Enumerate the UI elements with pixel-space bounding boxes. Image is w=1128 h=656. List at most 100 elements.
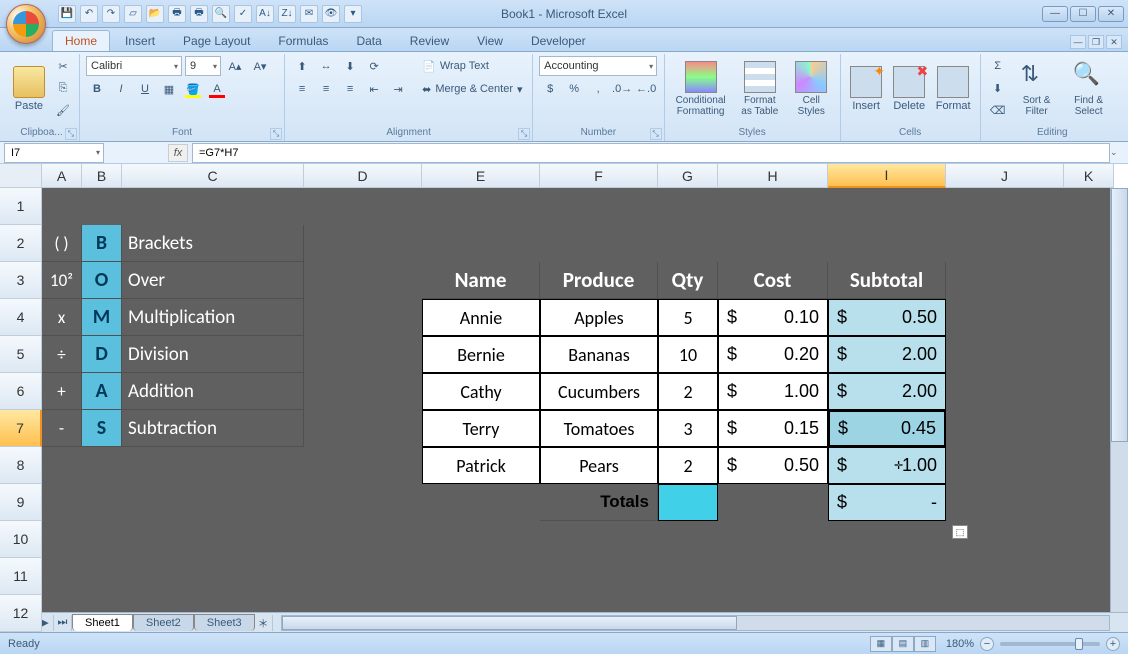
conditional-formatting-button[interactable]: Conditional Formatting <box>671 56 731 122</box>
align-bottom-icon[interactable]: ⬇ <box>339 56 361 76</box>
sort-filter-button[interactable]: ⇅ Sort & Filter <box>1013 56 1061 122</box>
fx-button[interactable]: fx <box>168 144 188 162</box>
mdi-close[interactable]: ✕ <box>1106 35 1122 49</box>
table-name-5[interactable]: Bernie <box>422 336 540 373</box>
tab-formulas[interactable]: Formulas <box>265 30 341 51</box>
bomdas-symbol-3[interactable]: 10² <box>42 262 82 299</box>
bomdas-word-4[interactable]: Multiplication <box>122 299 304 336</box>
border-button[interactable]: ▦ <box>158 79 180 99</box>
indent-increase-icon[interactable]: ⇥ <box>387 79 409 99</box>
column-header-G[interactable]: G <box>658 164 718 188</box>
qat-email-icon[interactable]: ✉ <box>300 5 318 23</box>
zoom-in-button[interactable]: + <box>1106 637 1120 651</box>
table-name-7[interactable]: Terry <box>422 410 540 447</box>
zoom-slider[interactable] <box>1000 642 1100 646</box>
column-header-F[interactable]: F <box>540 164 658 188</box>
formula-expand-icon[interactable]: ⌄ <box>1110 147 1126 158</box>
table-produce-7[interactable]: Tomatoes <box>540 410 658 447</box>
sheet-tab-1[interactable]: Sheet1 <box>72 614 133 631</box>
totals-subtotal[interactable]: $- <box>828 484 946 521</box>
number-format-combo[interactable]: Accounting <box>539 56 657 76</box>
column-header-I[interactable]: I <box>828 164 946 188</box>
table-header-name[interactable]: Name <box>422 262 540 299</box>
mdi-restore[interactable]: ❐ <box>1088 35 1104 49</box>
table-header-subtotal[interactable]: Subtotal <box>828 262 946 299</box>
format-painter-icon[interactable]: 🖌 <box>52 100 74 120</box>
table-produce-4[interactable]: Apples <box>540 299 658 336</box>
row-header-1[interactable]: 1 <box>0 188 42 225</box>
qat-eye-icon[interactable]: 👁 <box>322 5 340 23</box>
bomdas-symbol-6[interactable]: + <box>42 373 82 410</box>
maximize-button[interactable]: ☐ <box>1070 6 1096 22</box>
table-subtotal-5[interactable]: $2.00 <box>828 336 946 373</box>
align-left-icon[interactable]: ≡ <box>291 79 313 99</box>
qat-undo-icon[interactable]: ↶ <box>80 5 98 23</box>
merge-center-button[interactable]: ⬌Merge & Center ▾ <box>419 79 539 99</box>
zoom-out-button[interactable]: − <box>980 637 994 651</box>
tab-data[interactable]: Data <box>343 30 394 51</box>
table-cost-6[interactable]: $1.00 <box>718 373 828 410</box>
qat-print-icon[interactable]: 🖶 <box>168 5 186 23</box>
table-name-8[interactable]: Patrick <box>422 447 540 484</box>
sheet-tab-2[interactable]: Sheet2 <box>133 614 194 631</box>
bomdas-letter-7[interactable]: S <box>82 410 122 447</box>
table-name-4[interactable]: Annie <box>422 299 540 336</box>
autosum-icon[interactable]: Σ <box>987 56 1009 76</box>
table-qty-7[interactable]: 3 <box>658 410 718 447</box>
tab-review[interactable]: Review <box>397 30 462 51</box>
bold-button[interactable]: B <box>86 79 108 99</box>
decrease-decimal-icon[interactable]: ←.0 <box>635 79 657 99</box>
bomdas-symbol-2[interactable]: ( ) <box>42 225 82 262</box>
qat-open-icon[interactable]: 📂 <box>146 5 164 23</box>
close-button[interactable]: ✕ <box>1098 6 1124 22</box>
column-header-J[interactable]: J <box>946 164 1064 188</box>
insert-cells-button[interactable]: ✦ Insert <box>847 56 886 122</box>
row-header-11[interactable]: 11 <box>0 558 42 595</box>
row-header-7[interactable]: 7 <box>0 410 42 447</box>
tab-developer[interactable]: Developer <box>518 30 599 51</box>
worksheet-grid[interactable]: ABCDEFGHIJK 123456789101112 ( )BBrackets… <box>0 164 1128 612</box>
bomdas-word-5[interactable]: Division <box>122 336 304 373</box>
font-launcher[interactable]: ⤡ <box>270 128 282 140</box>
table-header-produce[interactable]: Produce <box>540 262 658 299</box>
bomdas-word-2[interactable]: Brackets <box>122 225 304 262</box>
row-header-2[interactable]: 2 <box>0 225 42 262</box>
row-header-4[interactable]: 4 <box>0 299 42 336</box>
vscroll-thumb[interactable] <box>1111 188 1128 442</box>
number-launcher[interactable]: ⤡ <box>650 128 662 140</box>
table-qty-8[interactable]: 2 <box>658 447 718 484</box>
comma-format-icon[interactable]: , <box>587 79 609 99</box>
align-center-icon[interactable]: ≡ <box>315 79 337 99</box>
find-select-button[interactable]: 🔍 Find & Select <box>1065 56 1113 122</box>
column-header-C[interactable]: C <box>122 164 304 188</box>
totals-qty[interactable] <box>658 484 718 521</box>
page-break-view-icon[interactable]: ▥ <box>914 636 936 652</box>
percent-format-icon[interactable]: % <box>563 79 585 99</box>
qat-redo-icon[interactable]: ↷ <box>102 5 120 23</box>
tab-view[interactable]: View <box>464 30 516 51</box>
table-cost-5[interactable]: $0.20 <box>718 336 828 373</box>
bomdas-word-6[interactable]: Addition <box>122 373 304 410</box>
column-header-A[interactable]: A <box>42 164 82 188</box>
paste-button[interactable]: Paste <box>10 56 48 122</box>
table-cost-7[interactable]: $0.15 <box>718 410 828 447</box>
column-header-D[interactable]: D <box>304 164 422 188</box>
orientation-icon[interactable]: ⟳ <box>363 56 385 76</box>
page-layout-view-icon[interactable]: ▤ <box>892 636 914 652</box>
qat-spell-icon[interactable]: ✓ <box>234 5 252 23</box>
horizontal-scrollbar[interactable] <box>281 615 1110 631</box>
row-header-12[interactable]: 12 <box>0 595 42 632</box>
totals-label[interactable]: Totals <box>540 484 658 521</box>
cell-styles-button[interactable]: Cell Styles <box>789 56 834 122</box>
alignment-launcher[interactable]: ⤡ <box>518 128 530 140</box>
fill-color-button[interactable]: 🪣 <box>182 79 204 99</box>
qat-more-icon[interactable]: ▾ <box>344 5 362 23</box>
table-subtotal-7[interactable]: $0.45 <box>828 410 946 447</box>
table-name-6[interactable]: Cathy <box>422 373 540 410</box>
table-qty-4[interactable]: 5 <box>658 299 718 336</box>
qat-new-icon[interactable]: ▱ <box>124 5 142 23</box>
mdi-minimize[interactable]: — <box>1070 35 1086 49</box>
row-header-3[interactable]: 3 <box>0 262 42 299</box>
select-all-corner[interactable] <box>0 164 42 188</box>
hscroll-thumb[interactable] <box>282 616 737 630</box>
